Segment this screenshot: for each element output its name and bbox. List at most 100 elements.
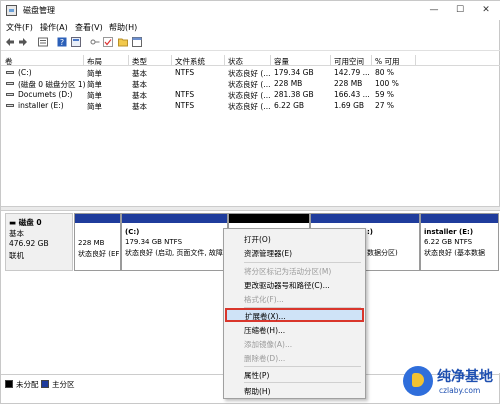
disk-type: 基本 [9, 229, 24, 238]
check-icon[interactable] [103, 37, 113, 47]
partition-size: 228 MB [78, 239, 105, 247]
cell-capacity: 179.34 GB [274, 68, 314, 77]
folder-icon[interactable] [118, 37, 128, 47]
disk-0-label[interactable]: ▬ 磁盘 0 基本 476.92 GB 联机 [5, 213, 73, 271]
forward-arrow-icon[interactable] [18, 37, 28, 47]
drive-icon [6, 82, 14, 85]
column-header-status[interactable]: 状态 [228, 56, 243, 67]
partition-status: 状态良好 (基本数据 [424, 249, 485, 257]
menu-bar: 文件(F) 操作(A) 查看(V) 帮助(H) [1, 20, 500, 34]
column-divider[interactable] [270, 55, 271, 66]
title-bar[interactable]: 磁盘管理 — ☐ ✕ [1, 1, 500, 20]
column-divider[interactable] [330, 55, 331, 66]
disk-state: 联机 [9, 251, 24, 260]
partition-status: 状态良好 (启动, 页面文件, 故障 [125, 249, 223, 257]
column-header-capacity[interactable]: 容量 [274, 56, 289, 67]
column-divider[interactable] [171, 55, 172, 66]
column-header-filesystem[interactable]: 文件系统 [175, 56, 205, 67]
column-divider[interactable] [371, 55, 372, 66]
primary-partition-swatch [41, 380, 49, 388]
cell-layout: 简单 [87, 102, 102, 111]
column-header-percent-free[interactable]: % 可用 [375, 56, 400, 67]
partition-e[interactable]: installer (E:) 6.22 GB NTFS 状态良好 (基本数据 [420, 213, 499, 271]
column-divider[interactable] [128, 55, 129, 66]
column-header-volume[interactable]: 卷 [5, 56, 13, 67]
cell-volume: Documets (D:) [18, 90, 73, 99]
menu-item-explorer[interactable]: 资源管理器(E) [224, 246, 365, 260]
partition-size: 179.34 GB NTFS [125, 238, 183, 246]
column-header-layout[interactable]: 布局 [87, 56, 102, 67]
menu-item-add-mirror[interactable]: 添加镜像(A)... [224, 337, 365, 351]
menu-item-open[interactable]: 打开(O) [224, 232, 365, 246]
menu-item-change-drive-letter[interactable]: 更改驱动器号和路径(C)... [224, 278, 365, 292]
disk-management-window: 磁盘管理 — ☐ ✕ 文件(F) 操作(A) 查看(V) 帮助(H) ? 卷 布… [0, 0, 500, 404]
list-view-icon[interactable] [38, 37, 48, 47]
window-icon[interactable] [132, 37, 142, 47]
cell-capacity: 228 MB [274, 79, 303, 88]
primary-partition-bar [421, 214, 498, 223]
cell-free-space: 166.43 ... [334, 90, 370, 99]
maximize-button[interactable]: ☐ [447, 1, 473, 20]
column-divider[interactable] [224, 55, 225, 66]
menu-item-format[interactable]: 格式化(F)... [224, 292, 365, 306]
menu-separator [244, 382, 361, 383]
primary-partition-bar [122, 214, 227, 223]
svg-text:?: ? [60, 38, 64, 47]
menu-item-mark-active[interactable]: 将分区标记为活动分区(M) [224, 264, 365, 278]
cell-free-space: 1.69 GB [334, 101, 365, 110]
partition-name: installer (E:) [424, 228, 474, 236]
menu-item-extend-volume[interactable]: 扩展卷(X)... [225, 308, 364, 322]
cell-status: 状态良好 (... [228, 102, 271, 111]
partition-bar [229, 214, 309, 223]
close-button[interactable]: ✕ [473, 1, 499, 20]
watermark-logo-icon [403, 366, 433, 396]
cell-percent-free: 59 % [375, 90, 395, 99]
drive-icon [6, 104, 14, 107]
column-divider[interactable] [83, 55, 84, 66]
partition-efi[interactable]: 228 MB 状态良好 (EF [74, 213, 121, 271]
window-title: 磁盘管理 [23, 6, 55, 15]
cell-filesystem: NTFS [175, 68, 195, 77]
column-header-free-space[interactable]: 可用空间 [334, 56, 364, 67]
cell-percent-free: 80 % [375, 68, 395, 77]
cell-volume: installer (E:) [18, 101, 64, 110]
table-row[interactable]: Documets (D:) 简单 基本 NTFS 状态良好 (... 281.3… [1, 89, 500, 100]
disk-size: 476.92 GB [9, 239, 49, 248]
menu-item-properties[interactable]: 属性(P) [224, 368, 365, 382]
legend-unallocated: 未分配 [16, 380, 39, 389]
menu-file[interactable]: 文件(F) [6, 22, 33, 33]
column-header-type[interactable]: 类型 [132, 56, 147, 67]
drive-icon [6, 71, 14, 74]
partition-c[interactable]: (C:) 179.34 GB NTFS 状态良好 (启动, 页面文件, 故障 [121, 213, 228, 271]
help-icon[interactable]: ? [57, 37, 67, 47]
minimize-button[interactable]: — [421, 1, 447, 20]
menu-view[interactable]: 查看(V) [75, 22, 103, 33]
menu-action[interactable]: 操作(A) [40, 22, 68, 33]
table-row[interactable]: installer (E:) 简单 基本 NTFS 状态良好 (... 6.22… [1, 100, 500, 111]
context-menu: 打开(O) 资源管理器(E) 将分区标记为活动分区(M) 更改驱动器号和路径(C… [223, 228, 366, 399]
cell-percent-free: 100 % [375, 79, 399, 88]
menu-item-delete-volume[interactable]: 删除卷(D)... [224, 351, 365, 365]
properties-icon[interactable] [71, 37, 81, 47]
legend-primary-partition: 主分区 [52, 380, 75, 389]
watermark-text: 纯净基地 [437, 369, 493, 385]
cell-capacity: 6.22 GB [274, 101, 305, 110]
back-arrow-icon[interactable] [5, 37, 15, 47]
table-row[interactable]: (磁盘 0 磁盘分区 1) 简单 基本 状态良好 (... 228 MB 228… [1, 78, 500, 89]
menu-help[interactable]: 帮助(H) [109, 22, 137, 33]
menu-separator [244, 366, 361, 367]
key-icon[interactable] [90, 37, 100, 47]
partition-status: 状态良好 (EF [78, 250, 120, 258]
menu-separator [244, 262, 361, 263]
disk-management-app-icon [6, 5, 17, 16]
watermark-url: czlaby.com [439, 386, 481, 395]
partition-name: :) [367, 228, 373, 236]
column-divider[interactable] [415, 55, 416, 66]
menu-item-help[interactable]: 帮助(H) [224, 384, 365, 398]
cell-filesystem: NTFS [175, 90, 195, 99]
unallocated-swatch [5, 380, 13, 388]
table-row[interactable]: (C:) 简单 基本 NTFS 状态良好 (... 179.34 GB 142.… [1, 67, 500, 78]
cell-type: 基本 [132, 102, 147, 111]
primary-partition-bar [311, 214, 419, 223]
menu-item-shrink-volume[interactable]: 压缩卷(H)... [224, 323, 365, 337]
